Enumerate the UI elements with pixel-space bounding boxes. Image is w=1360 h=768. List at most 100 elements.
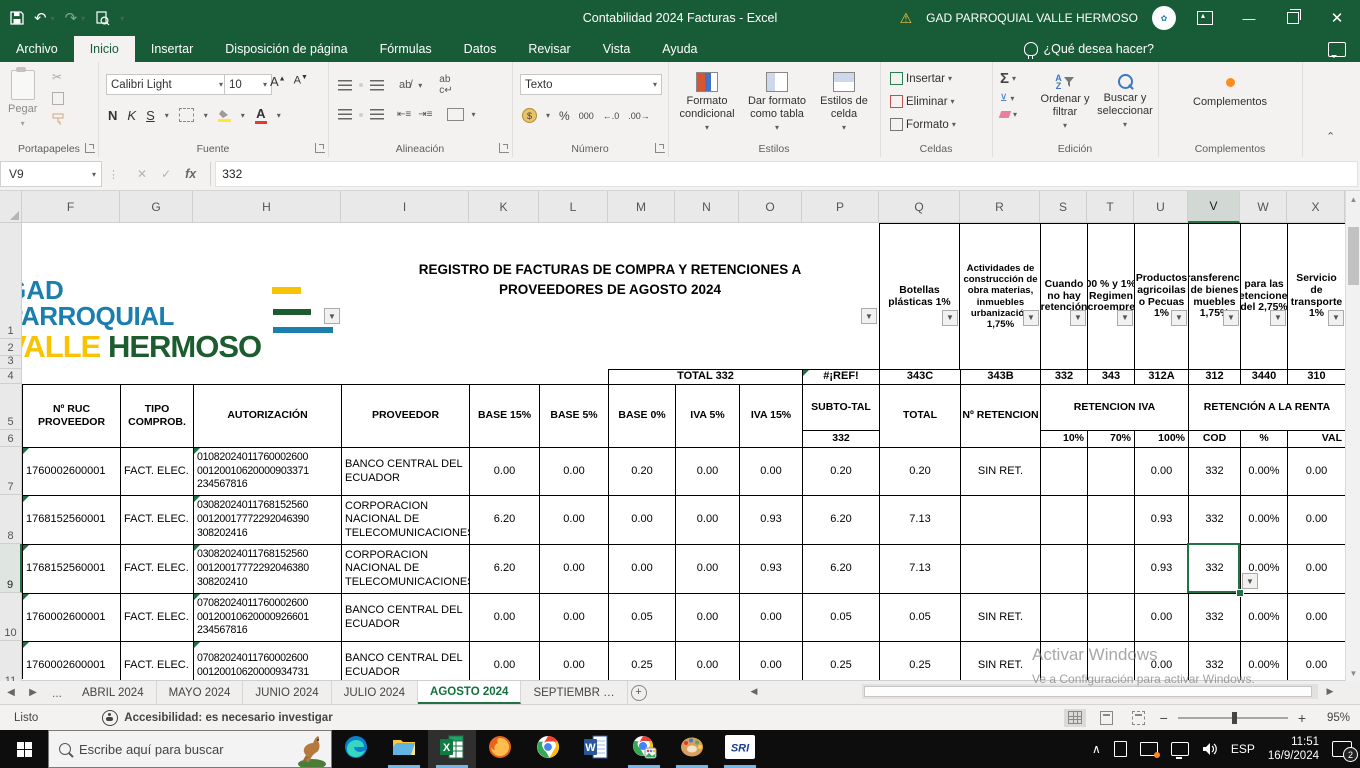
tray-pen-icon[interactable] — [1114, 741, 1127, 757]
minimize-button[interactable]: — — [1234, 3, 1264, 33]
taskbar-app-photos[interactable] — [620, 730, 668, 768]
sheet-tab-mayo-2024[interactable]: MAYO 2024 — [157, 681, 244, 704]
cut-icon[interactable]: ✂ — [52, 70, 65, 84]
cell-X7[interactable]: 0.00 — [1288, 448, 1346, 496]
borders-dropdown-icon[interactable]: ▾ — [204, 111, 208, 120]
row-header-9[interactable]: 9 — [0, 544, 22, 593]
cell-U9[interactable]: 0.93 — [1135, 545, 1189, 594]
cell-F9[interactable]: 1768152560001 — [23, 545, 121, 594]
cell-H7[interactable]: 01082024011760002600 0012001062000090337… — [194, 448, 342, 496]
align-bottom-icon[interactable] — [370, 80, 384, 91]
cell-X9[interactable]: 0.00 — [1288, 545, 1346, 594]
fill-color-dropdown-icon[interactable]: ▾ — [241, 111, 245, 120]
vertical-scrollbar[interactable]: ▲ ▼ — [1345, 191, 1360, 681]
cell-S11[interactable] — [1041, 642, 1088, 681]
vertical-scroll-thumb[interactable] — [1348, 227, 1359, 285]
merge-center-icon[interactable] — [447, 108, 464, 121]
filter-button-W[interactable]: ▼ — [1270, 310, 1286, 326]
confirm-entry-icon[interactable]: ✓ — [161, 167, 171, 181]
notification-center-icon[interactable]: 2 — [1332, 741, 1352, 757]
column-header-W[interactable]: W — [1240, 191, 1287, 223]
redo-dropdown-icon[interactable]: ▾ — [81, 14, 85, 23]
account-name[interactable]: GAD PARROQUIAL VALLE HERMOSO — [926, 11, 1138, 25]
cell-dropdown-button[interactable]: ▼ — [1242, 573, 1258, 589]
save-icon[interactable] — [10, 11, 24, 25]
align-left-icon[interactable] — [338, 109, 352, 120]
delete-cells-button[interactable]: Eliminar▾ — [890, 95, 955, 108]
cell-I10[interactable]: BANCO CENTRAL DEL ECUADOR — [342, 594, 470, 642]
format-cells-button[interactable]: Formato▾ — [890, 118, 956, 131]
insert-function-icon[interactable]: fx — [185, 167, 196, 181]
format-painter-icon[interactable] — [52, 113, 65, 125]
row-header-4[interactable]: 4 — [0, 369, 22, 384]
sheet-tab-overflow[interactable]: ... — [44, 681, 70, 704]
cell-P9[interactable]: 6.20 — [803, 545, 880, 594]
filter-button-Q[interactable]: ▼ — [942, 310, 958, 326]
filter-button-V[interactable]: ▼ — [1223, 310, 1239, 326]
increase-decimal-icon[interactable]: ←.0 — [603, 111, 620, 121]
accounting-dropdown-icon[interactable]: ▾ — [546, 111, 550, 120]
cell-K9[interactable]: 6.20 — [470, 545, 540, 594]
orientation-dropdown-icon[interactable]: ▾ — [418, 81, 422, 90]
restore-button[interactable] — [1278, 3, 1308, 33]
cell-V9[interactable]: 332 — [1189, 545, 1241, 594]
cell-P8[interactable]: 6.20 — [803, 496, 880, 545]
network-icon[interactable] — [1171, 742, 1189, 756]
cell-O11[interactable]: 0.00 — [740, 642, 803, 681]
cell-G7[interactable]: FACT. ELEC. — [121, 448, 194, 496]
cell-V8[interactable]: 332 — [1189, 496, 1241, 545]
column-header-Q[interactable]: Q — [879, 191, 960, 223]
column-header-M[interactable]: M — [608, 191, 675, 223]
cell-N9[interactable]: 0.00 — [676, 545, 740, 594]
fill-button[interactable]: ⊻▾ — [1000, 93, 1017, 104]
addins-button[interactable]: Complementos — [1186, 78, 1274, 109]
cell-X10[interactable]: 0.00 — [1288, 594, 1346, 642]
undo-dropdown-icon[interactable]: ▾ — [51, 14, 55, 23]
row-header-11[interactable]: 11 — [0, 641, 22, 681]
row-header-1[interactable]: 1 — [0, 223, 22, 339]
taskbar-search-input[interactable]: Escribe aquí para buscar — [48, 730, 332, 768]
row-header-2[interactable]: 2 — [0, 339, 22, 356]
taskbar-app-sri[interactable]: SRI — [716, 730, 764, 768]
font-dialog-launcher[interactable] — [315, 143, 325, 153]
align-right-icon[interactable] — [370, 109, 384, 120]
hscroll-right-icon[interactable]: ▶ — [1322, 684, 1338, 699]
cell-M9[interactable]: 0.00 — [609, 545, 676, 594]
ribbon-display-options-button[interactable] — [1190, 3, 1220, 33]
cell-L9[interactable]: 0.00 — [540, 545, 609, 594]
find-select-button[interactable]: Buscar y seleccionar▾ — [1096, 74, 1154, 129]
insert-cells-button[interactable]: Insertar▾ — [890, 72, 952, 85]
align-middle-icon[interactable] — [359, 83, 363, 87]
column-header-L[interactable]: L — [539, 191, 608, 223]
ribbon-tab-inicio[interactable]: Inicio — [74, 36, 135, 62]
conditional-formatting-button[interactable]: Formato condicional▾ — [674, 72, 740, 132]
alignment-dialog-launcher[interactable] — [499, 143, 509, 153]
cell-R7[interactable]: SIN RET. — [961, 448, 1041, 496]
taskbar-app-edge[interactable] — [332, 730, 380, 768]
column-header-H[interactable]: H — [193, 191, 341, 223]
selection-fill-handle[interactable] — [1236, 589, 1244, 597]
cell-S8[interactable] — [1041, 496, 1088, 545]
cell-X11[interactable]: 0.00 — [1288, 642, 1346, 681]
column-header-S[interactable]: S — [1040, 191, 1087, 223]
filter-button-S[interactable]: ▼ — [1070, 310, 1086, 326]
cell-T9[interactable] — [1088, 545, 1135, 594]
cell-I9[interactable]: CORPORACION NACIONAL DE TELECOMUNICACION… — [342, 545, 470, 594]
copy-icon[interactable] — [52, 92, 64, 105]
cell-O8[interactable]: 0.93 — [740, 496, 803, 545]
cell-L10[interactable]: 0.00 — [540, 594, 609, 642]
cell-W10[interactable]: 0.00% — [1241, 594, 1288, 642]
taskbar-app-chrome[interactable] — [524, 730, 572, 768]
ribbon-tab-disposición-de-página[interactable]: Disposición de página — [209, 36, 363, 62]
decrease-font-icon[interactable]: A▼ — [294, 74, 308, 89]
column-header-I[interactable]: I — [341, 191, 469, 223]
sheet-tab-julio-2024[interactable]: JULIO 2024 — [332, 681, 418, 704]
cell-T10[interactable] — [1088, 594, 1135, 642]
title-filter-button[interactable]: ▼ — [861, 308, 877, 324]
merge-dropdown-icon[interactable]: ▾ — [471, 110, 475, 119]
hscroll-left-icon[interactable]: ◀ — [746, 684, 762, 699]
column-header-U[interactable]: U — [1134, 191, 1188, 223]
decrease-indent-icon[interactable]: ⇤≡ — [397, 109, 411, 120]
filter-button-X[interactable]: ▼ — [1328, 310, 1344, 326]
cell-M8[interactable]: 0.00 — [609, 496, 676, 545]
